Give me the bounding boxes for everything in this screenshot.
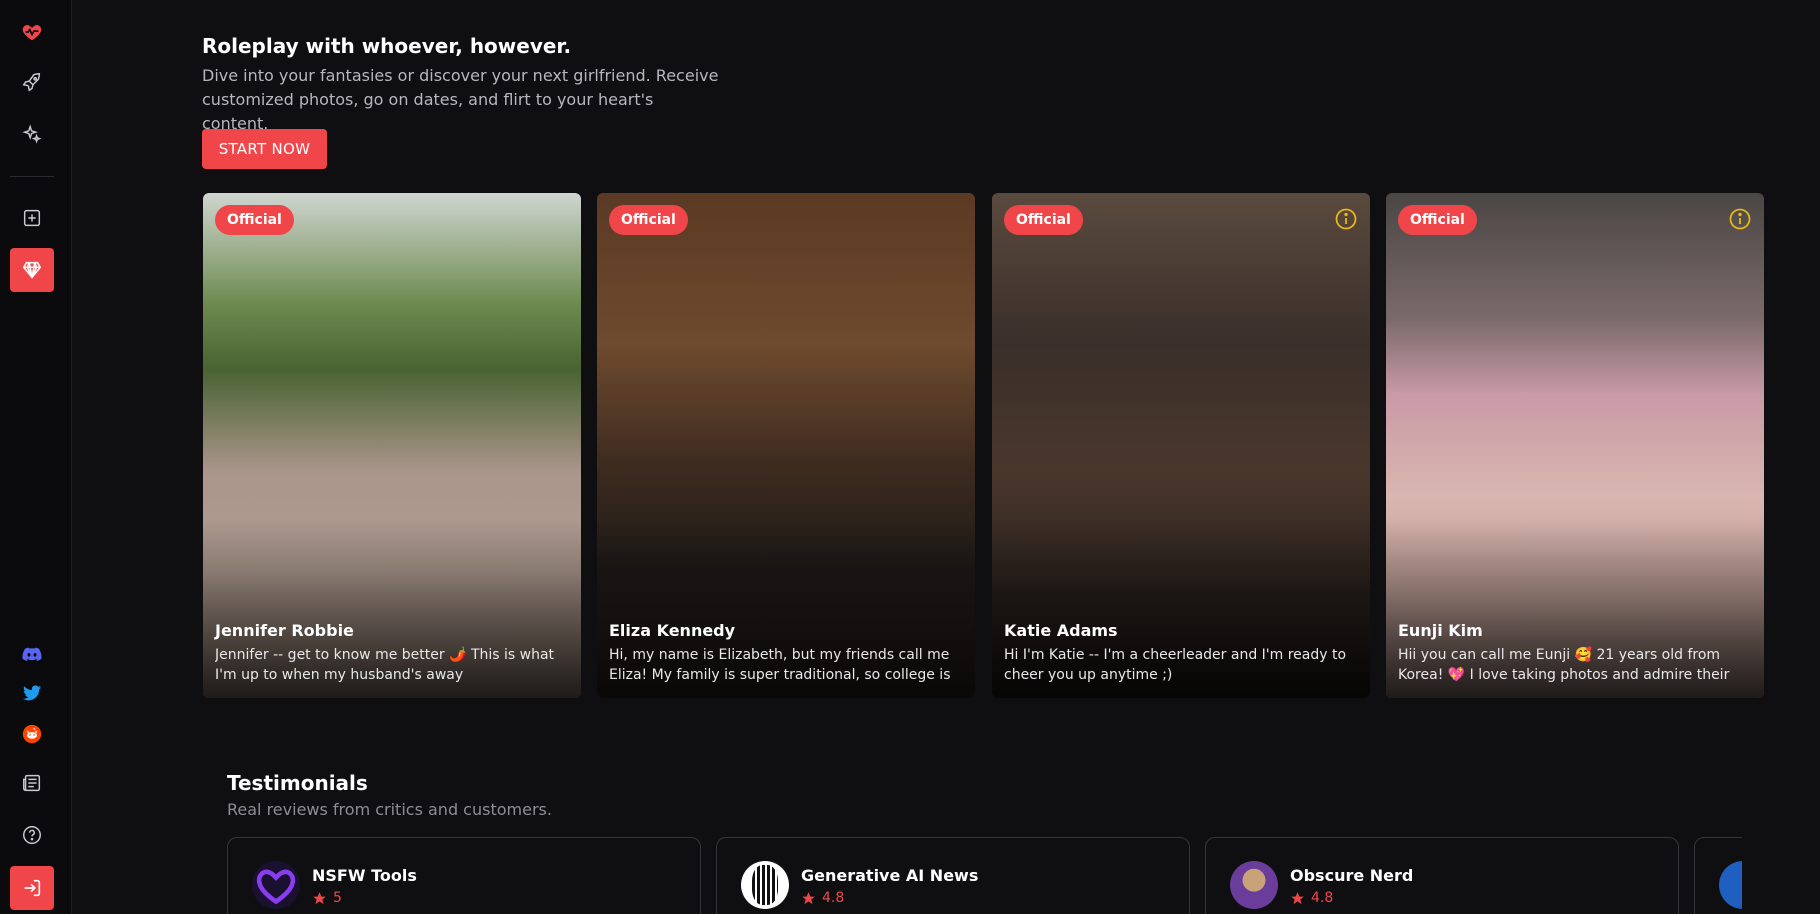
character-description: Jennifer -- get to know me better 🌶️ Thi… <box>215 647 555 683</box>
testimonial-source: Obscure Nerd <box>1290 866 1414 885</box>
character-name: Eliza Kennedy <box>609 621 736 640</box>
plus-square-icon[interactable] <box>10 196 54 240</box>
info-icon[interactable] <box>1728 207 1752 231</box>
official-badge: Official <box>1398 205 1477 235</box>
testimonials-carousel[interactable]: NSFW Tools 5 Generative AI News 4.8 Obsc… <box>227 837 1742 914</box>
rating-value: 4.8 <box>822 890 845 906</box>
start-now-button[interactable]: START NOW <box>202 129 327 169</box>
official-badge: Official <box>609 205 688 235</box>
testimonial-card[interactable]: NSFW Tools 5 <box>227 837 701 914</box>
rating-value: 4.8 <box>1311 890 1334 906</box>
hero-subtitle: Dive into your fantasies or discover you… <box>202 66 719 133</box>
avatar <box>1719 861 1742 909</box>
sidebar-divider <box>10 176 54 177</box>
login-icon[interactable] <box>10 866 54 910</box>
sparkles-icon[interactable] <box>10 112 54 156</box>
character-card[interactable]: Official Katie Adams Hi I'm Katie -- I'm… <box>992 193 1370 698</box>
avatar <box>252 861 300 909</box>
testimonial-card[interactable]: Generative AI News 4.8 <box>716 837 1190 914</box>
discord-icon[interactable] <box>10 632 54 676</box>
sidebar <box>0 0 72 914</box>
newspaper-icon[interactable] <box>10 761 54 805</box>
avatar <box>1230 861 1278 909</box>
character-name: Katie Adams <box>1004 621 1118 640</box>
info-icon[interactable] <box>1334 207 1358 231</box>
avatar <box>741 861 789 909</box>
character-description: Hii you can call me Eunji 🥰 21 years old… <box>1398 647 1730 683</box>
official-badge: Official <box>1004 205 1083 235</box>
reddit-icon[interactable] <box>10 712 54 756</box>
character-card[interactable]: Official Jennifer Robbie Jennifer -- get… <box>203 193 581 698</box>
testimonial-card[interactable]: Obscure Nerd 4.8 <box>1205 837 1679 914</box>
heart-pulse-icon[interactable] <box>10 10 54 54</box>
gem-icon[interactable] <box>10 248 54 292</box>
help-circle-icon[interactable] <box>10 813 54 857</box>
character-card[interactable]: Official Eunji Kim Hii you can call me E… <box>1386 193 1764 698</box>
rocket-icon[interactable] <box>10 60 54 104</box>
testimonial-source: Generative AI News <box>801 866 979 885</box>
character-description: Hi, my name is Elizabeth, but my friends… <box>609 647 951 683</box>
character-name: Eunji Kim <box>1398 621 1483 640</box>
testimonials-subtitle: Real reviews from critics and customers. <box>227 800 552 819</box>
testimonial-rating: 4.8 <box>1290 890 1333 906</box>
hero-title: Roleplay with whoever, however. <box>202 34 572 58</box>
official-badge: Official <box>215 205 294 235</box>
character-card[interactable]: Official Eliza Kennedy Hi, my name is El… <box>597 193 975 698</box>
testimonials-title: Testimonials <box>227 771 368 795</box>
star-icon <box>1291 891 1304 904</box>
twitter-icon[interactable] <box>10 671 54 715</box>
testimonial-rating: 4.8 <box>801 890 844 906</box>
character-description: Hi I'm Katie -- I'm a cheerleader and I'… <box>1004 647 1347 683</box>
testimonial-rating: 5 <box>312 890 342 906</box>
star-icon <box>802 891 815 904</box>
testimonial-source: NSFW Tools <box>312 866 417 885</box>
testimonial-card[interactable] <box>1694 837 1742 914</box>
rating-value: 5 <box>333 890 342 906</box>
star-icon <box>313 891 326 904</box>
character-name: Jennifer Robbie <box>215 621 354 640</box>
